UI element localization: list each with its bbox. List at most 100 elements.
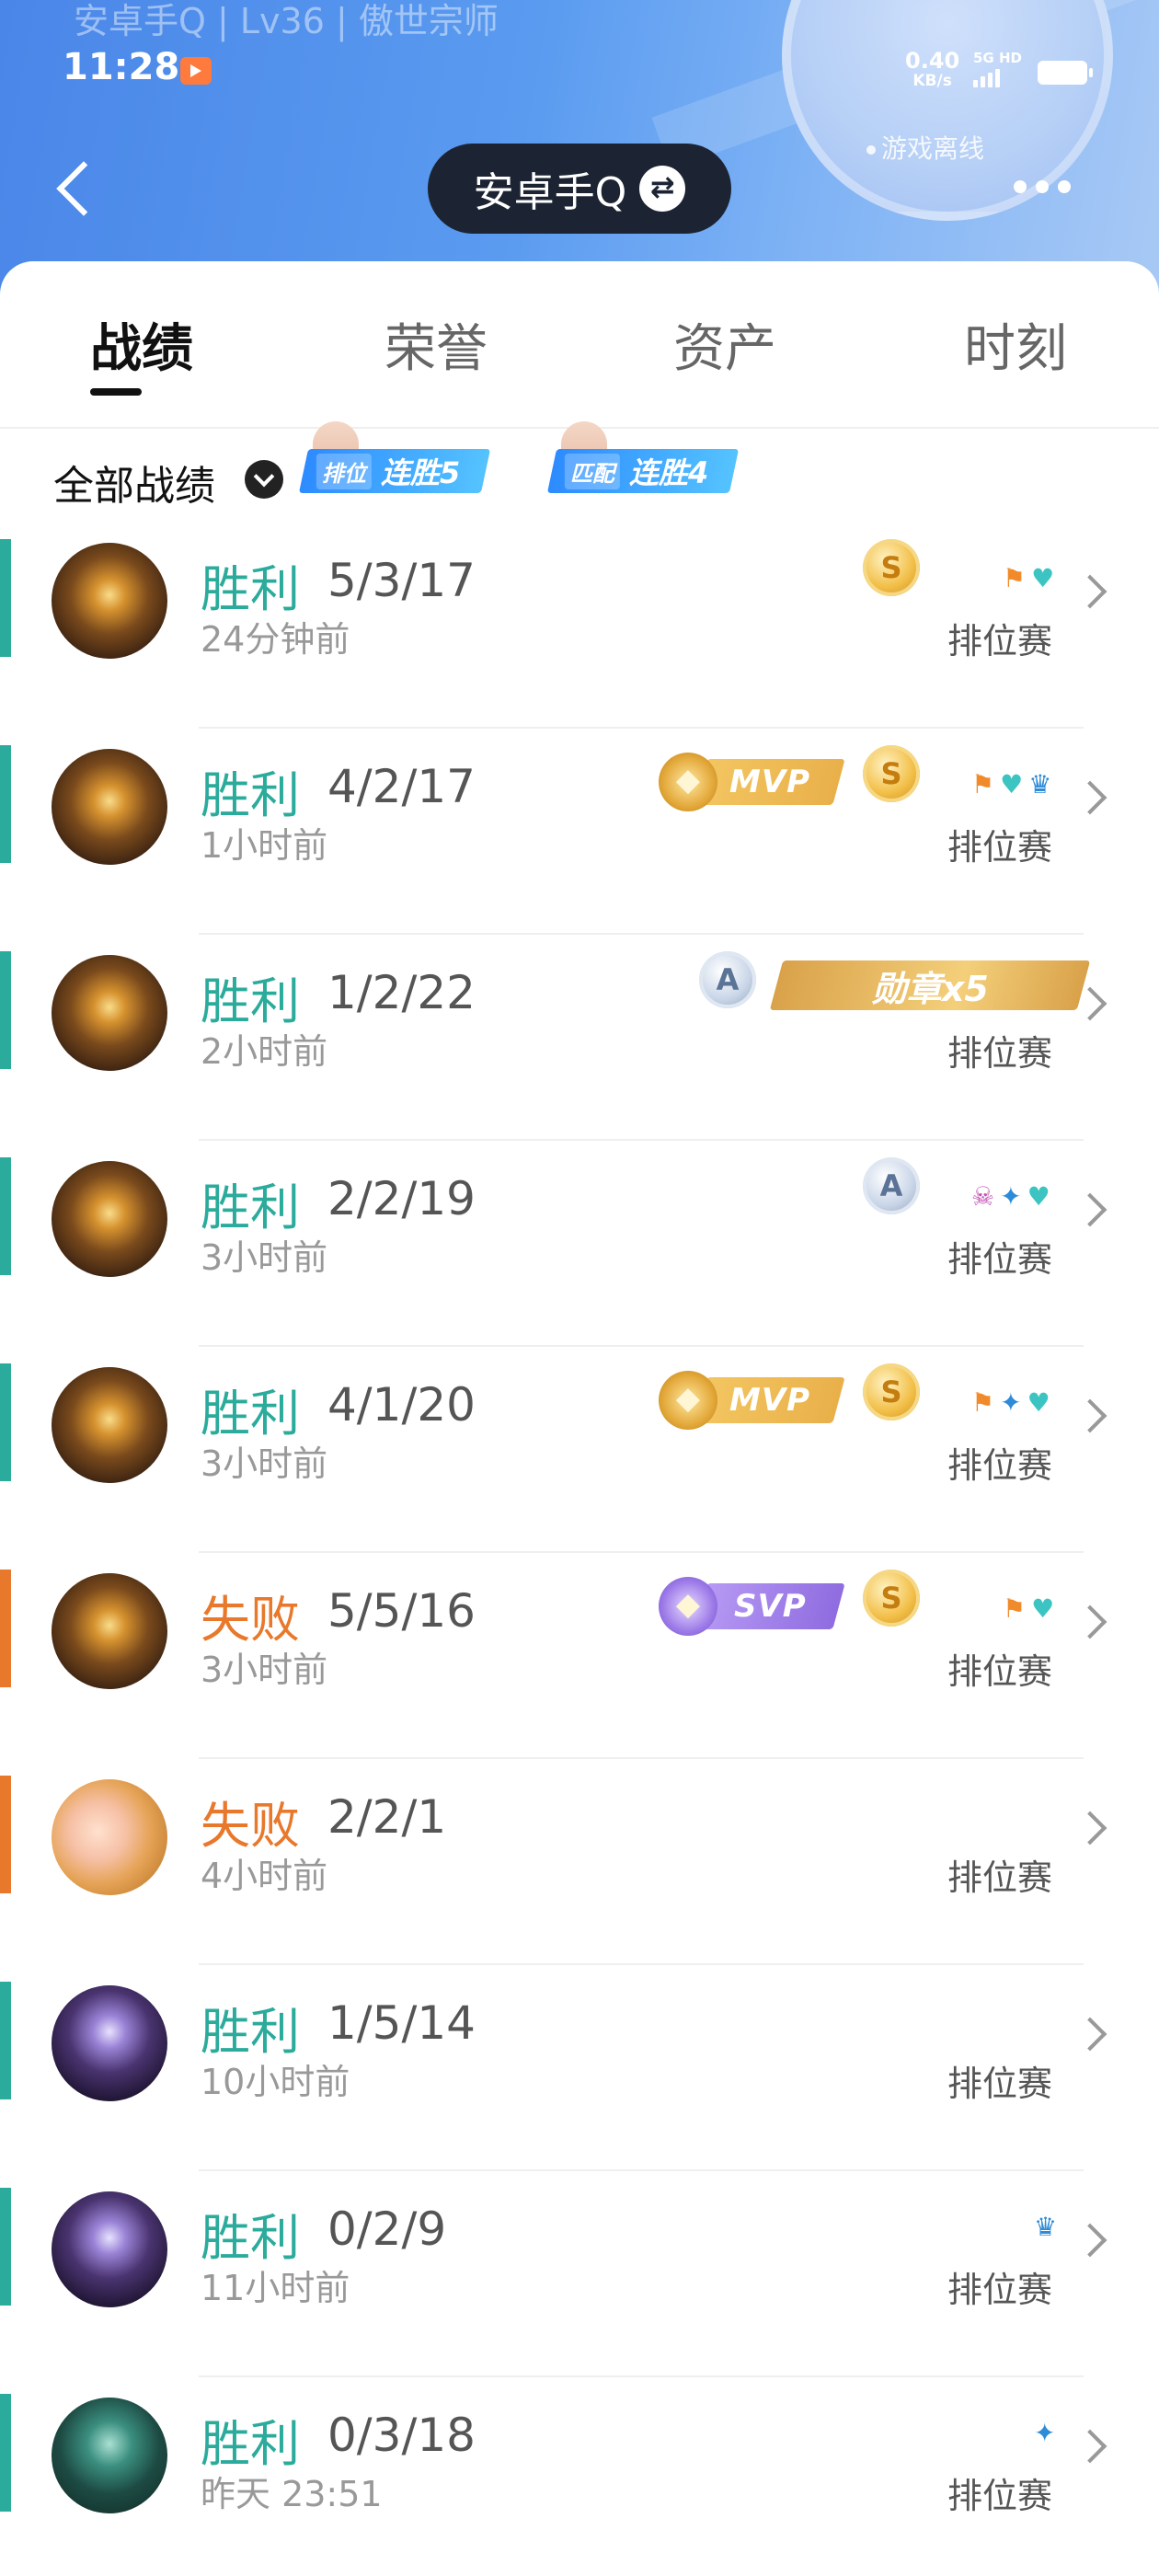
match-row[interactable]: 胜利 0/3/18 昨天 23:51 排位赛 ✦: [0, 2388, 1159, 2576]
row-divider: [199, 1345, 1084, 1347]
match-time: 10小时前: [201, 2062, 350, 2102]
match-row[interactable]: 胜利4/1/203小时前排位赛SMVP⚑✦♥: [0, 1358, 1159, 1564]
result-accent-bar: [0, 951, 11, 1069]
hero-avatar: [52, 1367, 167, 1483]
signal-label: 5G HD: [973, 50, 1022, 66]
row-divider: [199, 1757, 1084, 1759]
record-filter-dropdown[interactable]: 全部战绩: [53, 453, 215, 512]
chevron-right-icon[interactable]: [1073, 1398, 1107, 1433]
tab-honor[interactable]: 荣誉: [384, 307, 488, 382]
match-row[interactable]: 胜利 1/5/14 10小时前 排位赛: [0, 1976, 1159, 2182]
match-time: 3小时前: [201, 1443, 328, 1484]
svp-badge: SVP: [659, 1577, 845, 1636]
result-accent-bar: [0, 1570, 11, 1687]
result-accent-bar: [0, 1982, 11, 2099]
hero-avatar: [52, 1779, 167, 1895]
row-divider: [199, 2375, 1084, 2377]
match-mode: 排位赛: [947, 1857, 1053, 1898]
achievement-icons: ⚑ ♥ ♛: [971, 771, 1051, 799]
cup-icon: ♛: [1028, 769, 1052, 799]
chevron-right-icon[interactable]: [1073, 1192, 1107, 1227]
match-kda: 2/2/19: [327, 1172, 476, 1225]
medal-badge: 勋章x5: [769, 960, 1091, 1010]
heart-icon: ♥: [1000, 769, 1024, 799]
more-options-button[interactable]: [1014, 173, 1087, 201]
cup-icon: ♛: [1034, 2212, 1058, 2242]
tab-moments[interactable]: 时刻: [964, 307, 1067, 382]
row-divider: [199, 1963, 1084, 1965]
match-row[interactable]: 胜利 0/2/9 11小时前 排位赛 ♛: [0, 2182, 1159, 2388]
match-time: 4小时前: [201, 1856, 328, 1896]
filter-row: 全部战绩 排位 连胜5 匹配 连胜4: [53, 421, 1065, 519]
match-row[interactable]: 失败 2/2/1 4小时前 排位赛: [0, 1770, 1159, 1976]
match-mode: 排位赛: [947, 2064, 1053, 2104]
match-time: 昨天 23:51: [201, 2474, 383, 2514]
switch-icon: [639, 166, 686, 212]
result-accent-bar: [0, 745, 11, 863]
row-divider: [199, 727, 1084, 729]
network-speed-value: 0.40: [905, 48, 960, 74]
chevron-right-icon[interactable]: [1073, 1811, 1107, 1846]
match-mode: 排位赛: [947, 1033, 1053, 1074]
chevron-down-icon[interactable]: [245, 460, 283, 499]
match-row[interactable]: 胜利4/2/171小时前排位赛SMVP⚑♥♛: [0, 740, 1159, 946]
chevron-right-icon[interactable]: [1073, 2429, 1107, 2464]
account-name: 安卓手Q: [473, 169, 627, 216]
match-mode: 排位赛: [947, 1445, 1053, 1486]
s-grade-coin-icon: S: [863, 539, 920, 596]
match-row[interactable]: 胜利 1/2/22 2小时前 排位赛 勋章x5 A: [0, 946, 1159, 1152]
match-time: 3小时前: [201, 1237, 328, 1278]
chevron-right-icon[interactable]: [1073, 574, 1107, 609]
achievement-icons: ✦: [1034, 2420, 1055, 2447]
active-tab-indicator: [90, 388, 142, 396]
match-row[interactable]: 胜利 5/3/17 24分钟前 排位赛 S ⚑ ♥: [0, 534, 1159, 740]
match-row[interactable]: 胜利 2/2/19 3小时前 排位赛 A ☠ ✦ ♥: [0, 1152, 1159, 1358]
tab-record[interactable]: 战绩: [90, 307, 193, 382]
match-kda: 2/2/1: [327, 1790, 447, 1844]
account-switch-button[interactable]: 安卓手Q: [428, 144, 731, 234]
tab-assets[interactable]: 资产: [673, 307, 776, 382]
match-kda: 0/2/9: [327, 2202, 447, 2256]
match-row[interactable]: 失败5/5/163小时前排位赛SSVP⚑♥: [0, 1564, 1159, 1770]
hero-avatar: [52, 955, 167, 1071]
tab-bar: 战绩 荣誉 资产 时刻: [0, 261, 1159, 427]
casual-streak-badge: 匹配 连胜4: [546, 421, 773, 493]
wing-icon: ✦: [1000, 1387, 1022, 1418]
chevron-right-icon[interactable]: [1073, 780, 1107, 815]
network-speed: 0.40 KB/s: [905, 50, 959, 89]
ranked-streak-badge: 排位 连胜5: [298, 421, 524, 493]
status-bar-time: 11:28: [63, 46, 180, 88]
result-accent-bar: [0, 2394, 11, 2512]
mvp-badge: MVP: [659, 1371, 845, 1430]
chevron-right-icon[interactable]: [1073, 2017, 1107, 2052]
s-grade-coin-icon: S: [863, 1570, 920, 1627]
flag-icon: ⚑: [1003, 563, 1027, 593]
result-accent-bar: [0, 2188, 11, 2306]
back-button[interactable]: [48, 155, 99, 224]
result-accent-bar: [0, 1776, 11, 1893]
heart-icon: ♥: [1027, 1387, 1050, 1418]
signal-icon: 5G HD: [973, 50, 1022, 87]
achievement-icons: ⚑ ♥: [1003, 565, 1054, 592]
chevron-right-icon[interactable]: [1073, 2223, 1107, 2258]
game-status: 游戏离线: [866, 129, 984, 166]
result-accent-bar: [0, 1363, 11, 1481]
network-speed-unit: KB/s: [912, 72, 952, 90]
match-time: 11小时前: [201, 2268, 350, 2308]
mvp-badge: MVP: [659, 753, 845, 811]
hero-avatar: [52, 543, 167, 659]
row-divider: [199, 1551, 1084, 1553]
match-kda: 5/3/17: [327, 554, 476, 607]
achievement-icons: ☠ ✦ ♥: [971, 1183, 1050, 1211]
result-accent-bar: [0, 1157, 11, 1275]
row-divider: [199, 1139, 1084, 1141]
chevron-right-icon[interactable]: [1073, 1604, 1107, 1639]
profile-header: 安卓手Q | Lv36 | 傲世宗师 11:28 0.40 KB/s 5G HD…: [0, 0, 1159, 304]
match-mode: 排位赛: [947, 621, 1053, 661]
match-time: 2小时前: [201, 1031, 328, 1072]
result-accent-bar: [0, 539, 11, 657]
flag-icon: ⚑: [971, 1387, 995, 1418]
heart-icon: ♥: [1027, 1181, 1050, 1212]
hero-avatar: [52, 2191, 167, 2307]
match-kda: 5/5/16: [327, 1584, 476, 1638]
